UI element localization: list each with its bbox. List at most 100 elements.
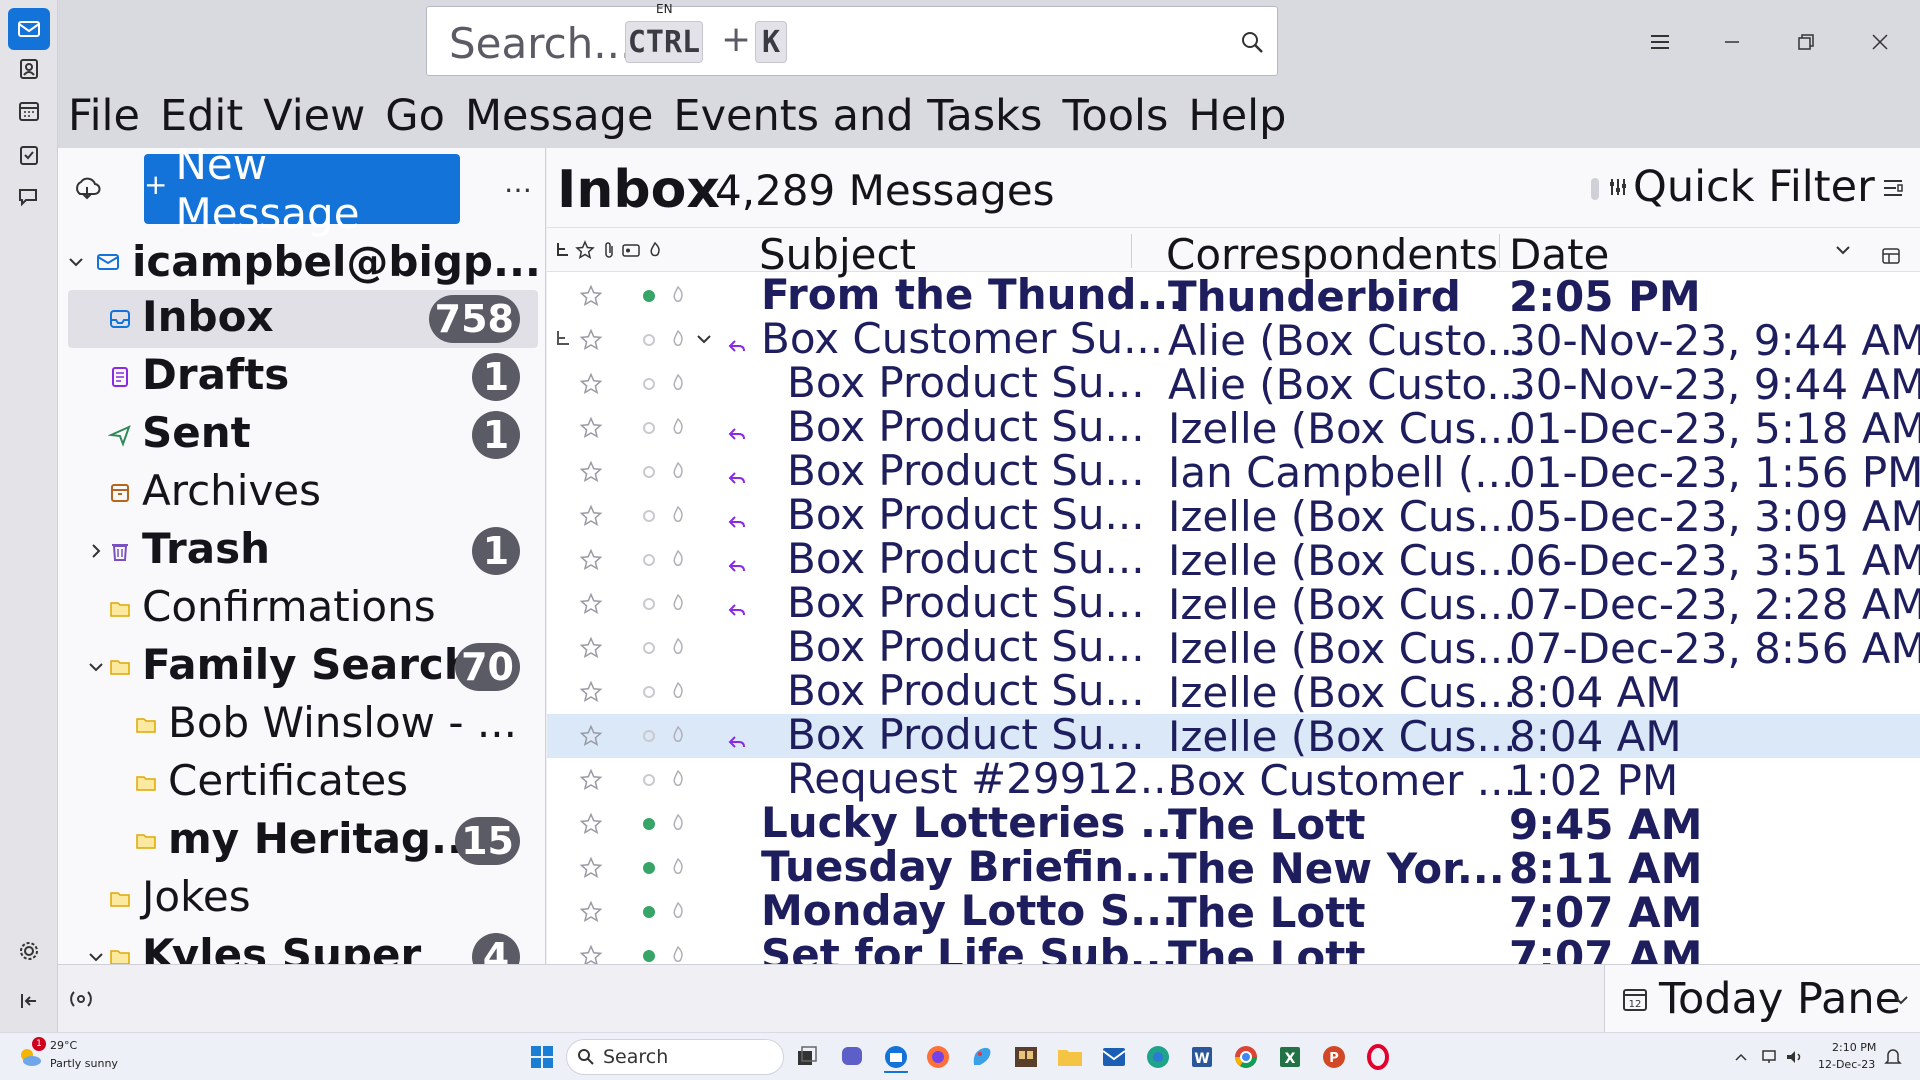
junk-flame-icon[interactable]: [668, 636, 688, 658]
collapse-spaces-button[interactable]: [8, 980, 50, 1022]
column-separator[interactable]: [1499, 234, 1500, 268]
word-icon[interactable]: W: [1186, 1041, 1218, 1073]
star-icon[interactable]: [579, 284, 603, 308]
thunderbird-taskbar-icon[interactable]: [880, 1041, 912, 1073]
chevron-right-icon[interactable]: [86, 541, 106, 561]
message-row[interactable]: Box Product Su... Izelle (Box Cus... 07-De…: [547, 622, 1920, 673]
mail-app-icon[interactable]: [1098, 1041, 1130, 1073]
volume-icon[interactable]: [1784, 1047, 1804, 1067]
message-row[interactable]: Box Product Su... Izelle (Box Cus... 8:04 …: [547, 666, 1920, 717]
star-icon[interactable]: [579, 372, 603, 396]
menu-file[interactable]: File: [68, 91, 140, 141]
star-icon[interactable]: [579, 636, 603, 660]
read-status-dot[interactable]: [643, 378, 655, 390]
file-explorer-icon[interactable]: [1054, 1041, 1086, 1073]
message-row[interactable]: Box Product Su... Izelle (Box Cus... 05-De…: [547, 490, 1920, 541]
chevron-down-icon[interactable]: [66, 252, 86, 272]
attachment-column-icon[interactable]: [599, 240, 619, 260]
star-icon[interactable]: [579, 504, 603, 528]
chat-space-button[interactable]: [8, 176, 50, 218]
folder-row[interactable]: Jokes: [58, 870, 538, 928]
message-row[interactable]: Box Product Su... Izelle (Box Cus... 8:04 …: [547, 710, 1920, 761]
close-button[interactable]: [1856, 18, 1904, 66]
message-row[interactable]: Set for Life Sub... The Lott 7:07 AM: [547, 930, 1920, 964]
column-separator[interactable]: [1131, 234, 1132, 268]
folder-row[interactable]: Trash 1: [58, 522, 538, 580]
message-row[interactable]: Box Product Su... Izelle (Box Cus... 07-De…: [547, 578, 1920, 629]
task-view-icon[interactable]: [790, 1041, 822, 1073]
menu-edit[interactable]: Edit: [160, 91, 243, 141]
star-icon[interactable]: [579, 548, 603, 572]
folder-row[interactable]: Sent 1: [58, 406, 538, 464]
star-icon[interactable]: [579, 944, 603, 964]
junk-flame-icon[interactable]: [668, 416, 688, 438]
junk-flame-icon[interactable]: [668, 856, 688, 878]
search-icon[interactable]: [1239, 29, 1267, 57]
quick-filter-toggle[interactable]: [1591, 178, 1599, 200]
online-status-icon[interactable]: [66, 985, 96, 1013]
junk-flame-icon[interactable]: [668, 900, 688, 922]
star-icon[interactable]: [579, 328, 603, 352]
read-status-dot[interactable]: [643, 686, 655, 698]
opera-icon[interactable]: [1362, 1041, 1394, 1073]
edge-icon[interactable]: [1142, 1041, 1174, 1073]
thread-column-icon[interactable]: [553, 240, 573, 260]
menu-go[interactable]: Go: [385, 91, 445, 141]
junk-flame-icon[interactable]: [668, 680, 688, 702]
today-pane-button[interactable]: 12 Today Pane: [1604, 965, 1920, 1033]
menu-events-and-tasks[interactable]: Events and Tasks: [673, 91, 1042, 141]
read-status-dot[interactable]: [643, 730, 655, 742]
message-row[interactable]: Box Product Su... Izelle (Box Cus... 01-De…: [547, 402, 1920, 453]
message-row[interactable]: From the Thund... Thunderbird 2:05 PM: [547, 270, 1920, 321]
powerpoint-icon[interactable]: P: [1318, 1041, 1350, 1073]
junk-flame-icon[interactable]: [668, 812, 688, 834]
folder-pane-more-button[interactable]: …: [504, 166, 532, 199]
message-row[interactable]: Box Product Su... Izelle (Box Cus... 06-De…: [547, 534, 1920, 585]
tasks-space-button[interactable]: [8, 134, 50, 176]
notification-bell-icon[interactable]: [1884, 1047, 1902, 1067]
junk-flame-icon[interactable]: [668, 724, 688, 746]
get-messages-icon[interactable]: [72, 174, 102, 204]
junk-flame-icon[interactable]: [668, 944, 688, 964]
mail-space-button[interactable]: [8, 8, 50, 50]
folder-row[interactable]: Inbox 758: [68, 290, 538, 348]
global-search-input[interactable]: Search... CTRL + K: [426, 6, 1278, 76]
read-status-column-icon[interactable]: [621, 240, 641, 260]
message-row[interactable]: Lucky Lotteries ... The Lott 9:45 AM: [547, 798, 1920, 849]
column-picker-icon[interactable]: [1881, 246, 1901, 266]
folder-row[interactable]: Confirmations: [58, 580, 538, 638]
menu-help[interactable]: Help: [1188, 91, 1286, 141]
clock-date[interactable]: 12-Dec-23: [1818, 1058, 1875, 1071]
taskbar-search[interactable]: Search: [566, 1039, 784, 1075]
show-hidden-icons-chevron-icon[interactable]: [1734, 1051, 1748, 1063]
menu-message[interactable]: Message: [465, 91, 653, 141]
windows-start-icon[interactable]: [526, 1041, 558, 1073]
read-status-dot[interactable]: [643, 906, 655, 918]
chevron-down-icon[interactable]: [86, 657, 106, 677]
list-display-options-icon[interactable]: [1881, 176, 1905, 200]
new-message-button[interactable]: + New Message: [144, 148, 460, 238]
junk-flame-icon[interactable]: [668, 328, 688, 350]
junk-flame-icon[interactable]: [668, 592, 688, 614]
message-row[interactable]: Box Product Su... Ian Campbell (... 01-Dec…: [547, 446, 1920, 497]
message-row[interactable]: Box Customer Su... Alie (Box Custo... 30-N…: [547, 314, 1920, 365]
chevron-down-icon[interactable]: [695, 330, 713, 348]
menu-tools[interactable]: Tools: [1062, 91, 1168, 141]
read-status-dot[interactable]: [643, 598, 655, 610]
folder-row[interactable]: Archives: [58, 464, 538, 522]
read-status-dot[interactable]: [643, 818, 655, 830]
read-status-dot[interactable]: [643, 510, 655, 522]
junk-flame-icon[interactable]: [668, 372, 688, 394]
read-status-dot[interactable]: [643, 334, 655, 346]
star-column-icon[interactable]: [575, 240, 595, 260]
minimize-button[interactable]: [1708, 18, 1756, 66]
quick-filter-button[interactable]: Quick Filter: [1633, 162, 1875, 212]
message-row[interactable]: Box Product Su... Alie (Box Custo... 30-No…: [547, 358, 1920, 409]
calendar-space-button[interactable]: [8, 90, 50, 132]
junk-flame-icon[interactable]: [668, 548, 688, 570]
account-row[interactable]: icampbel@bigp...: [58, 232, 541, 290]
firefox-icon[interactable]: [922, 1041, 954, 1073]
junk-flame-icon[interactable]: [668, 284, 688, 306]
junk-flame-icon[interactable]: [668, 460, 688, 482]
excel-icon[interactable]: X: [1274, 1041, 1306, 1073]
